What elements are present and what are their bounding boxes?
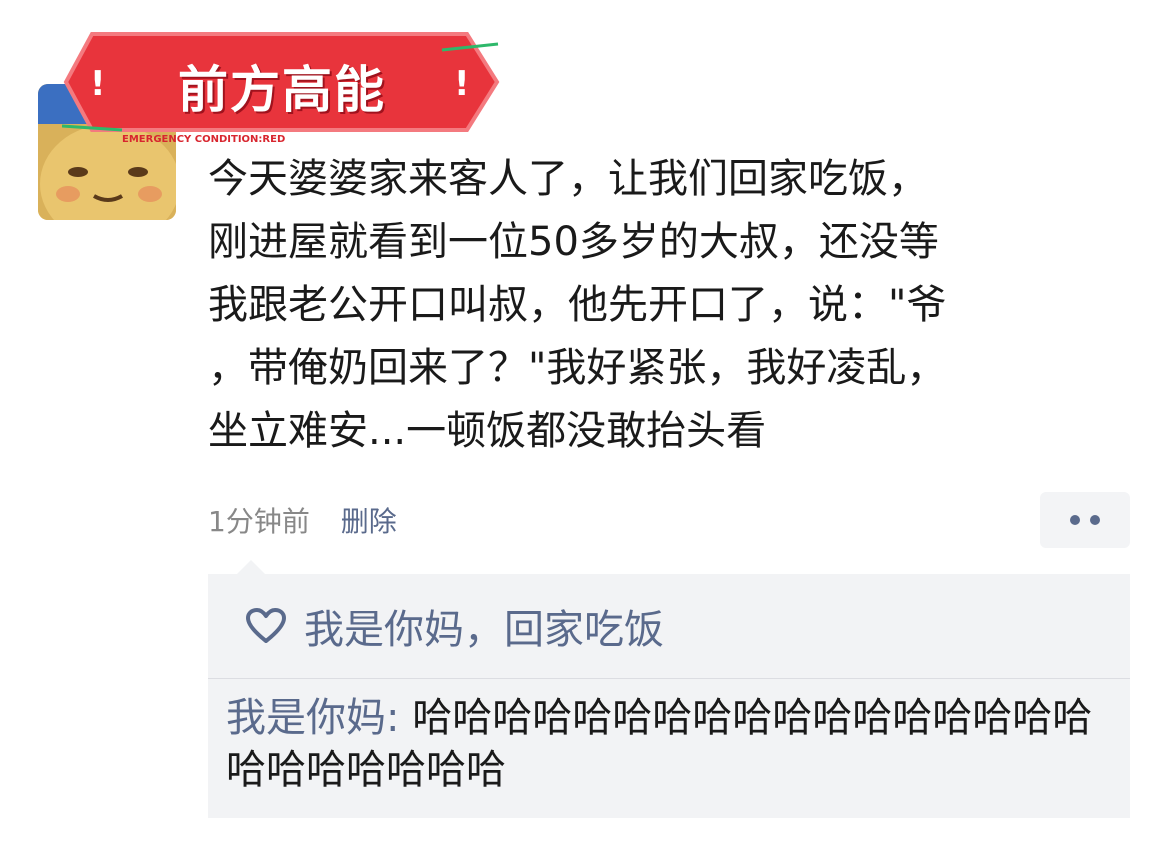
warning-banner: 前方高能 ! ! EMERGENCY CONDITION:RED xyxy=(62,30,502,148)
panel-pointer xyxy=(236,560,266,575)
post-line: 刚进屋就看到一位50多岁的大叔，还没等 xyxy=(208,219,939,265)
heart-outline-icon xyxy=(246,608,286,643)
likes-names[interactable]: 我是你妈，回家吃饭 xyxy=(304,597,664,655)
panel-divider xyxy=(208,678,1130,679)
more-dot-icon xyxy=(1070,515,1080,525)
delete-link[interactable]: 删除 xyxy=(341,505,397,538)
banner-mark-right: ! xyxy=(454,64,470,104)
post-meta: 1分钟前 删除 xyxy=(208,500,397,540)
likes-row: 我是你妈，回家吃饭 xyxy=(208,574,1130,678)
post-line: ，带俺奶回来了？"我好紧张，我好凌乱， xyxy=(208,345,947,391)
interaction-panel: 我是你妈，回家吃饭 我是你妈: 哈哈哈哈哈哈哈哈哈哈哈哈哈哈哈哈哈哈哈哈哈哈哈哈 xyxy=(208,574,1130,818)
comment-item[interactable]: 我是你妈: 哈哈哈哈哈哈哈哈哈哈哈哈哈哈哈哈哈哈哈哈哈哈哈哈 xyxy=(226,692,1116,796)
banner-subtitle: EMERGENCY CONDITION:RED xyxy=(122,134,286,145)
post-timestamp: 1分钟前 xyxy=(208,505,310,538)
banner-title: 前方高能 xyxy=(178,61,386,119)
more-actions-button[interactable] xyxy=(1040,492,1130,548)
post-line: 坐立难安...一顿饭都没敢抬头看 xyxy=(208,408,767,454)
post-line: 我跟老公开口叫叔，他先开口了，说："爷 xyxy=(208,282,947,328)
banner-mark-left: ! xyxy=(90,64,106,104)
post-line: 今天婆婆家来客人了，让我们回家吃饭， xyxy=(208,156,928,202)
more-dot-icon xyxy=(1090,515,1100,525)
comment-author[interactable]: 我是你妈: xyxy=(226,695,399,741)
post-content: 今天婆婆家来客人了，让我们回家吃饭， 刚进屋就看到一位50多岁的大叔，还没等 我… xyxy=(208,148,1088,463)
